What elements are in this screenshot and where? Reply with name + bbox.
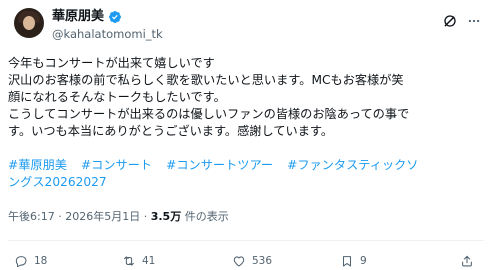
tweet-text-line: 顔になれるそんなトークもしたいです。 <box>8 90 226 104</box>
grok-icon[interactable] <box>442 13 458 29</box>
repost-icon <box>124 256 134 266</box>
bookmark-count: 9 <box>360 255 367 267</box>
user-handle[interactable]: @kahalatomomi_tk <box>52 27 163 41</box>
hashtag-link[interactable]: ングス20262027 <box>8 175 107 189</box>
meta-separator: · <box>143 210 148 223</box>
heart-icon <box>233 256 245 267</box>
like-count: 536 <box>252 255 273 267</box>
tweet-text-line: こうしてコンサートが出来るのは優しいファンの皆様のお陰あっての事で <box>8 107 410 121</box>
tweet-card: 華原朋美 @kahalatomomi_tk 今年もコンサートが出来て嬉しいです … <box>0 0 492 270</box>
views-count[interactable]: 3.5万 <box>151 210 182 223</box>
hashtag-link[interactable]: #華原朋美 <box>8 158 67 172</box>
bookmark-button[interactable]: 9 <box>340 254 367 268</box>
like-button[interactable]: 536 <box>232 254 272 268</box>
reply-count: 18 <box>34 255 48 267</box>
repost-count: 41 <box>142 255 156 267</box>
display-name[interactable]: 華原朋美 <box>52 9 104 25</box>
repost-button[interactable]: 41 <box>122 254 155 268</box>
hashtag-link[interactable]: #コンサート <box>81 158 152 172</box>
meta-separator: · <box>58 210 62 223</box>
more-icon[interactable] <box>466 14 482 28</box>
avatar[interactable] <box>14 8 44 38</box>
tweet-text-line: 沢山のお客様の前で私らしく歌を歌いたいと思います。MCもお客様が笑 <box>8 73 404 87</box>
hashtag-list: #華原朋美 #コンサート #コンサートツアー #ファンタスティックソ ングス20262… <box>8 157 486 191</box>
post-date[interactable]: 2026年5月1日 <box>65 210 140 223</box>
display-name-row: 華原朋美 <box>52 9 122 25</box>
tweet-text: 今年もコンサートが出来て嬉しいです 沢山のお客様の前で私らしく歌を歌いたいと思い… <box>8 55 486 140</box>
hashtag-row: ングス20262027 <box>8 174 486 191</box>
post-time[interactable]: 午後6:17 <box>8 210 55 223</box>
avatar-face <box>23 16 35 30</box>
hashtag-row: #華原朋美 #コンサート #コンサートツアー #ファンタスティックソ <box>8 157 486 174</box>
hashtag-link[interactable]: #ファンタスティックソ <box>287 158 418 172</box>
tweet-text-line: す。いつも本当にありがとうございます。感謝しています。 <box>8 124 334 138</box>
tweet-text-line: 今年もコンサートが出来て嬉しいです <box>8 56 215 70</box>
reply-icon <box>15 256 27 268</box>
bookmark-icon <box>342 256 352 267</box>
verified-badge-icon[interactable] <box>108 10 122 24</box>
hashtag-link[interactable]: #コンサートツアー <box>166 158 273 172</box>
reply-button[interactable]: 18 <box>14 254 47 268</box>
tweet-meta: 午後6:17 · 2026年5月1日 · 3.5万 件の表示 <box>8 210 229 224</box>
views-label: 件の表示 <box>184 210 229 223</box>
divider <box>8 240 484 241</box>
share-icon[interactable] <box>460 254 474 268</box>
